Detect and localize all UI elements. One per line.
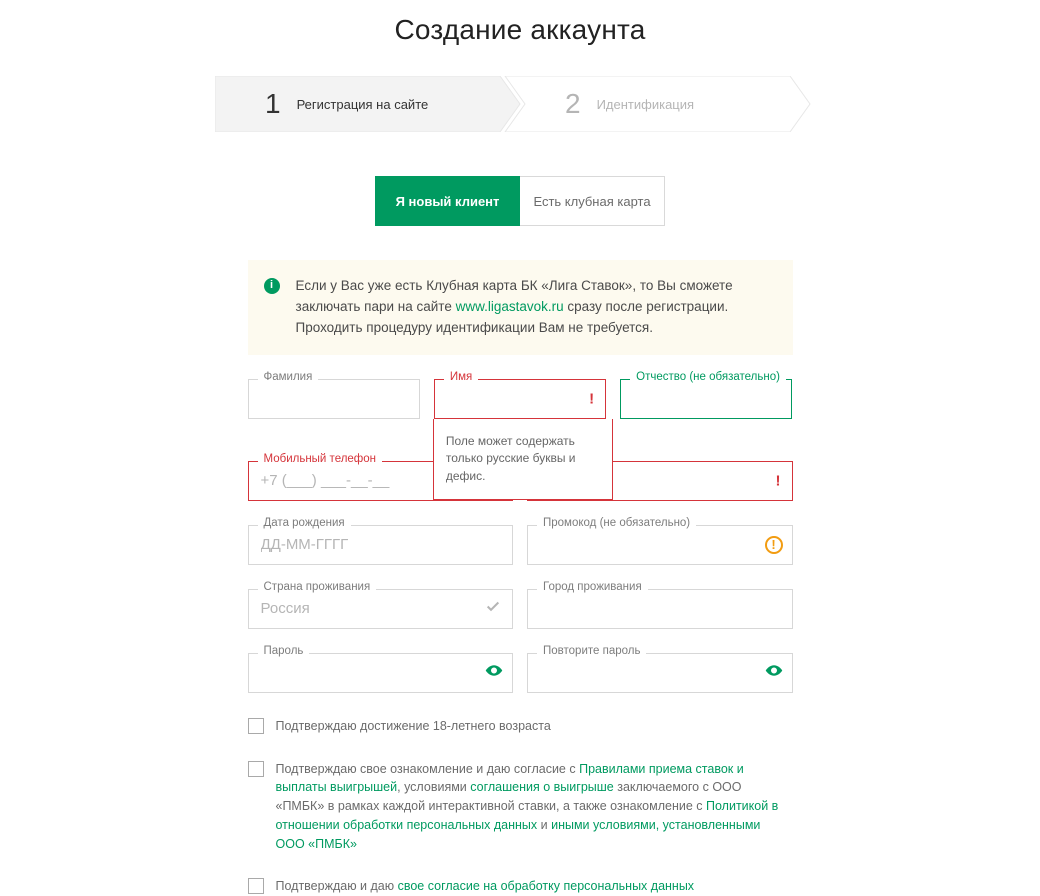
input-birth[interactable] [248, 525, 514, 565]
label-city: Город проживания [537, 581, 648, 593]
check-age-label: Подтверждаю достижение 18-летнего возрас… [276, 717, 551, 736]
check-age-row: Подтверждаю достижение 18-летнего возрас… [248, 717, 793, 736]
info-icon: i [264, 278, 280, 294]
label-phone: Мобильный телефон [258, 453, 383, 465]
step-registration: 1 Регистрация на сайте [265, 76, 428, 132]
tooltip-first-name: Поле может содержать только русские букв… [433, 419, 613, 500]
field-password: Пароль [248, 653, 514, 693]
check-rules-row: Подтверждаю свое ознакомление и даю согл… [248, 760, 793, 854]
step-number-1: 1 [265, 88, 281, 120]
select-country[interactable]: Россия [248, 589, 514, 629]
field-last-name: Фамилия [248, 379, 420, 419]
client-type-tabs: Я новый клиент Есть клубная карта [0, 176, 1040, 226]
field-patronymic: Отчество (не обязательно) [620, 379, 792, 419]
field-city: Город проживания [527, 589, 793, 629]
label-country: Страна проживания [258, 581, 377, 593]
input-promo[interactable] [527, 525, 793, 565]
field-password-repeat: Повторите пароль [527, 653, 793, 693]
label-promo: Промокод (не обязательно) [537, 517, 696, 529]
input-last-name[interactable] [248, 379, 420, 419]
checkbox-pdata[interactable] [248, 878, 264, 894]
field-country: Страна проживания Россия [248, 589, 514, 629]
label-first-name: Имя [444, 371, 478, 383]
checkbox-age[interactable] [248, 718, 264, 734]
input-first-name[interactable] [434, 379, 606, 419]
error-icon: ! [776, 472, 781, 489]
tab-has-card[interactable]: Есть клубная карта [520, 176, 665, 226]
label-password: Пароль [258, 645, 310, 657]
check-rules-label: Подтверждаю свое ознакомление и даю согл… [276, 760, 793, 854]
label-patronymic: Отчество (не обязательно) [630, 371, 786, 383]
eye-icon[interactable] [485, 661, 503, 684]
input-city[interactable] [527, 589, 793, 629]
info-box: i Если у Вас уже есть Клубная карта БК «… [248, 260, 793, 355]
stepper: 1 Регистрация на сайте 2 Идентификация [215, 76, 825, 132]
step-number-2: 2 [565, 88, 581, 120]
label-password-repeat: Повторите пароль [537, 645, 646, 657]
step-label-1: Регистрация на сайте [297, 97, 429, 112]
warning-icon: ! [765, 536, 783, 554]
tab-new-client[interactable]: Я новый клиент [375, 176, 520, 226]
field-birth: Дата рождения [248, 525, 514, 565]
check-pdata-label: Подтверждаю и даю свое согласие на обраб… [276, 877, 695, 896]
input-password[interactable] [248, 653, 514, 693]
info-link[interactable]: www.ligastavok.ru [456, 299, 564, 314]
step-identification: 2 Идентификация [565, 76, 694, 132]
link-pdata-consent[interactable]: свое согласие на обработку персональных … [398, 879, 694, 893]
checkbox-rules[interactable] [248, 761, 264, 777]
step-label-2: Идентификация [597, 97, 694, 112]
field-first-name: Имя ! Поле может содержать только русски… [434, 379, 606, 419]
link-win-agreement[interactable]: соглашения о выигрыше [470, 780, 614, 794]
label-last-name: Фамилия [258, 371, 319, 383]
eye-icon[interactable] [765, 661, 783, 684]
label-birth: Дата рождения [258, 517, 351, 529]
page-title: Создание аккаунта [0, 14, 1040, 46]
field-promo: Промокод (не обязательно) ! [527, 525, 793, 565]
input-password-repeat[interactable] [527, 653, 793, 693]
error-icon: ! [589, 390, 594, 407]
check-pdata-row: Подтверждаю и даю свое согласие на обраб… [248, 877, 793, 896]
checkmark-icon [485, 598, 501, 619]
input-patronymic[interactable] [620, 379, 792, 419]
